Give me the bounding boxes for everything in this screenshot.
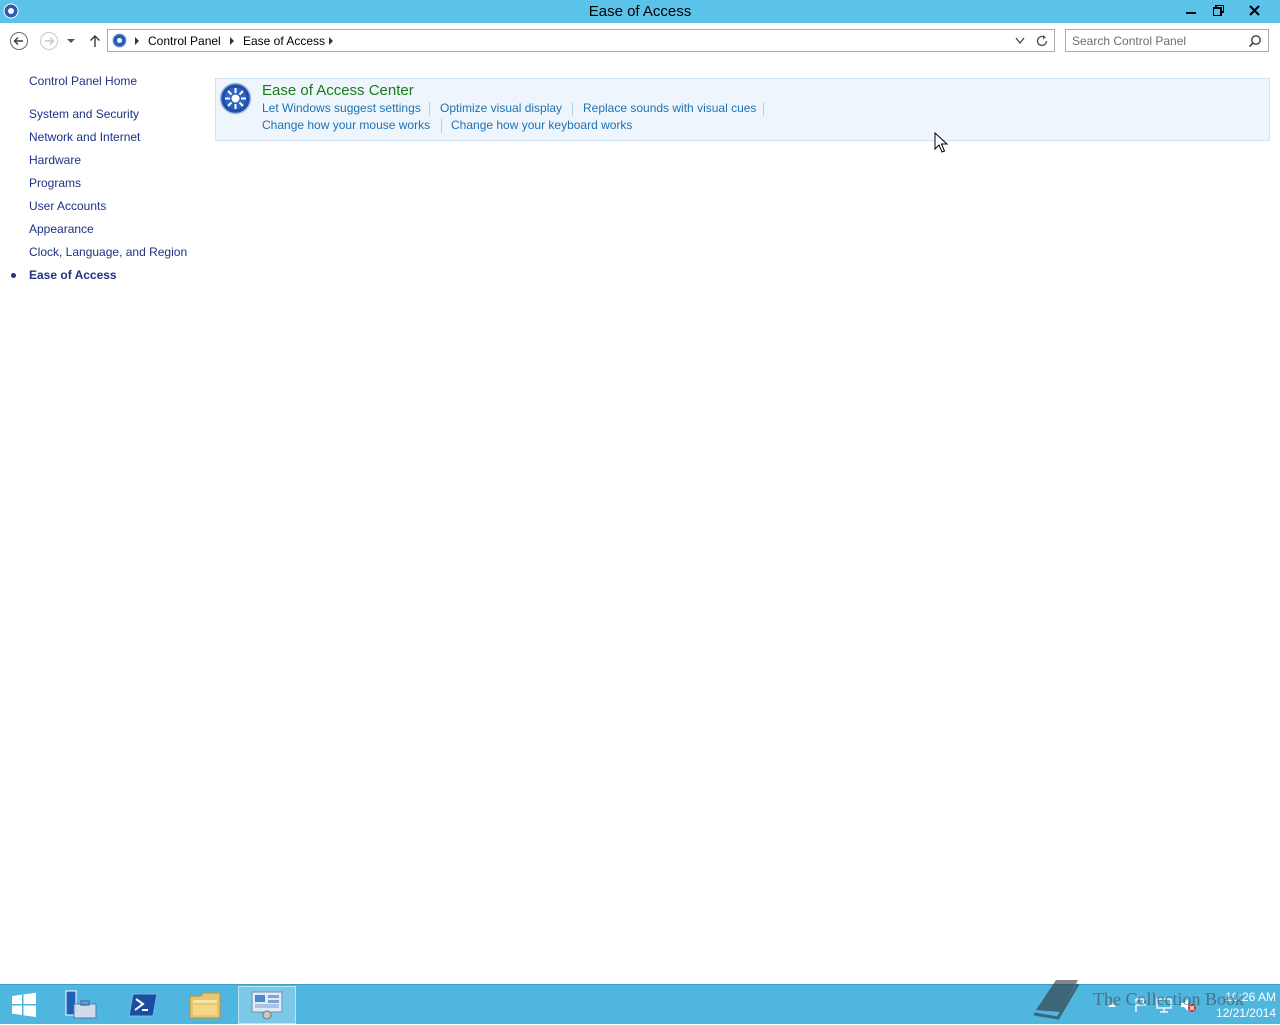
window-title: Ease of Access	[588, 3, 692, 20]
restore-button[interactable]	[1205, 0, 1231, 21]
windows-logo-icon	[12, 992, 36, 1017]
sidebar-item-hardware[interactable]: Hardware	[29, 153, 81, 167]
ease-of-access-center-panel: Ease of Access Center Let Windows sugges…	[215, 78, 1270, 141]
search-icon[interactable]	[1248, 34, 1262, 48]
taskbar-control-panel[interactable]	[238, 986, 296, 1024]
breadcrumb-separator-icon[interactable]	[135, 37, 139, 45]
address-dropdown-icon[interactable]	[1015, 37, 1025, 45]
link-separator	[441, 119, 442, 133]
search-input[interactable]	[1072, 33, 1242, 48]
address-bar[interactable]: Control Panel Ease of Access	[107, 29, 1055, 52]
up-arrow-icon	[90, 35, 100, 47]
mouse-pointer-icon	[934, 132, 948, 153]
watermark-text: The Collection Book	[1093, 989, 1244, 1009]
minimize-icon	[1186, 11, 1196, 14]
link-separator	[429, 102, 430, 116]
control-panel-icon	[112, 33, 127, 48]
taskbar-server-manager[interactable]	[52, 986, 110, 1024]
active-item-bullet-icon	[11, 273, 16, 278]
forward-button[interactable]	[39, 31, 59, 51]
recent-locations-button[interactable]	[63, 31, 79, 51]
search-box[interactable]	[1065, 29, 1269, 52]
ease-of-access-center-title[interactable]: Ease of Access Center	[262, 82, 414, 99]
sidebar-item-clock-language-region[interactable]: Clock, Language, and Region	[29, 245, 187, 259]
change-how-mouse-works-link[interactable]: Change how your mouse works	[262, 118, 430, 132]
back-arrow-icon	[10, 32, 28, 50]
ease-of-access-center-icon[interactable]	[219, 82, 252, 115]
server-manager-icon	[65, 990, 97, 1019]
sidebar-item-programs[interactable]: Programs	[29, 176, 81, 190]
title-bar: Ease of Access	[0, 0, 1280, 23]
link-separator	[763, 102, 764, 116]
watermark: The Collection Book	[1030, 976, 1270, 1022]
breadcrumb-control-panel[interactable]: Control Panel	[148, 34, 221, 48]
sidebar-item-user-accounts[interactable]: User Accounts	[29, 199, 106, 213]
sidebar-item-ease-of-access[interactable]: Ease of Access	[29, 268, 117, 282]
refresh-icon[interactable]	[1035, 34, 1049, 48]
powershell-icon	[128, 993, 158, 1017]
taskbar-file-explorer[interactable]	[176, 986, 234, 1024]
back-button[interactable]	[9, 31, 29, 51]
optimize-visual-display-link[interactable]: Optimize visual display	[440, 101, 562, 115]
sidebar-item-network-and-internet[interactable]: Network and Internet	[29, 130, 140, 144]
change-how-keyboard-works-link[interactable]: Change how your keyboard works	[451, 118, 632, 132]
close-icon	[1248, 5, 1260, 16]
link-separator	[572, 102, 573, 116]
let-windows-suggest-settings-link[interactable]: Let Windows suggest settings	[262, 101, 421, 115]
replace-sounds-with-visual-cues-link[interactable]: Replace sounds with visual cues	[583, 101, 756, 115]
close-button[interactable]	[1232, 0, 1276, 21]
navigation-bar: Control Panel Ease of Access	[0, 23, 1280, 59]
sidebar-item-system-and-security[interactable]: System and Security	[29, 107, 139, 121]
restore-icon	[1212, 5, 1224, 16]
breadcrumb-separator-icon[interactable]	[230, 37, 234, 45]
taskbar-powershell[interactable]	[114, 986, 172, 1024]
sidebar-item-appearance[interactable]: Appearance	[29, 222, 94, 236]
up-button[interactable]	[85, 31, 105, 51]
control-panel-taskbar-icon	[251, 991, 283, 1020]
breadcrumb-ease-of-access[interactable]: Ease of Access	[243, 34, 325, 48]
minimize-button[interactable]	[1178, 0, 1204, 21]
chevron-down-icon	[67, 39, 75, 43]
breadcrumb-separator-icon[interactable]	[329, 37, 333, 45]
control-panel-home-link[interactable]: Control Panel Home	[29, 74, 137, 88]
folder-icon	[189, 992, 221, 1019]
forward-arrow-icon	[40, 32, 58, 50]
book-logo-icon	[1033, 980, 1080, 1020]
start-button[interactable]	[0, 986, 48, 1024]
